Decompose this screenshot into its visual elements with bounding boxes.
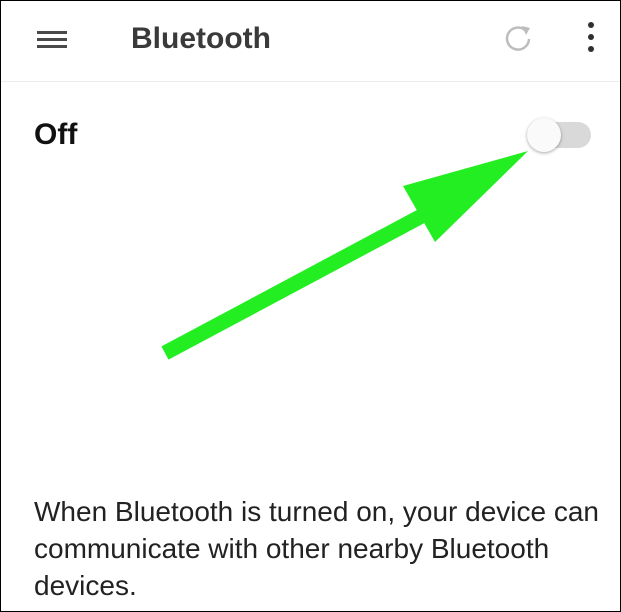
bluetooth-settings-screen: Bluetooth Off When Bluetooth is turned o… <box>0 0 621 612</box>
app-bar: Bluetooth <box>1 1 620 82</box>
bluetooth-toggle[interactable] <box>523 115 593 155</box>
refresh-icon[interactable] <box>501 21 537 57</box>
more-vert-icon[interactable] <box>579 15 603 59</box>
page-title: Bluetooth <box>131 22 271 55</box>
bluetooth-state-label: Off <box>34 118 78 151</box>
menu-icon[interactable] <box>37 25 69 55</box>
bluetooth-state-row[interactable]: Off <box>1 101 620 169</box>
toggle-thumb <box>527 118 561 152</box>
bluetooth-description: When Bluetooth is turned on, your device… <box>34 496 600 601</box>
